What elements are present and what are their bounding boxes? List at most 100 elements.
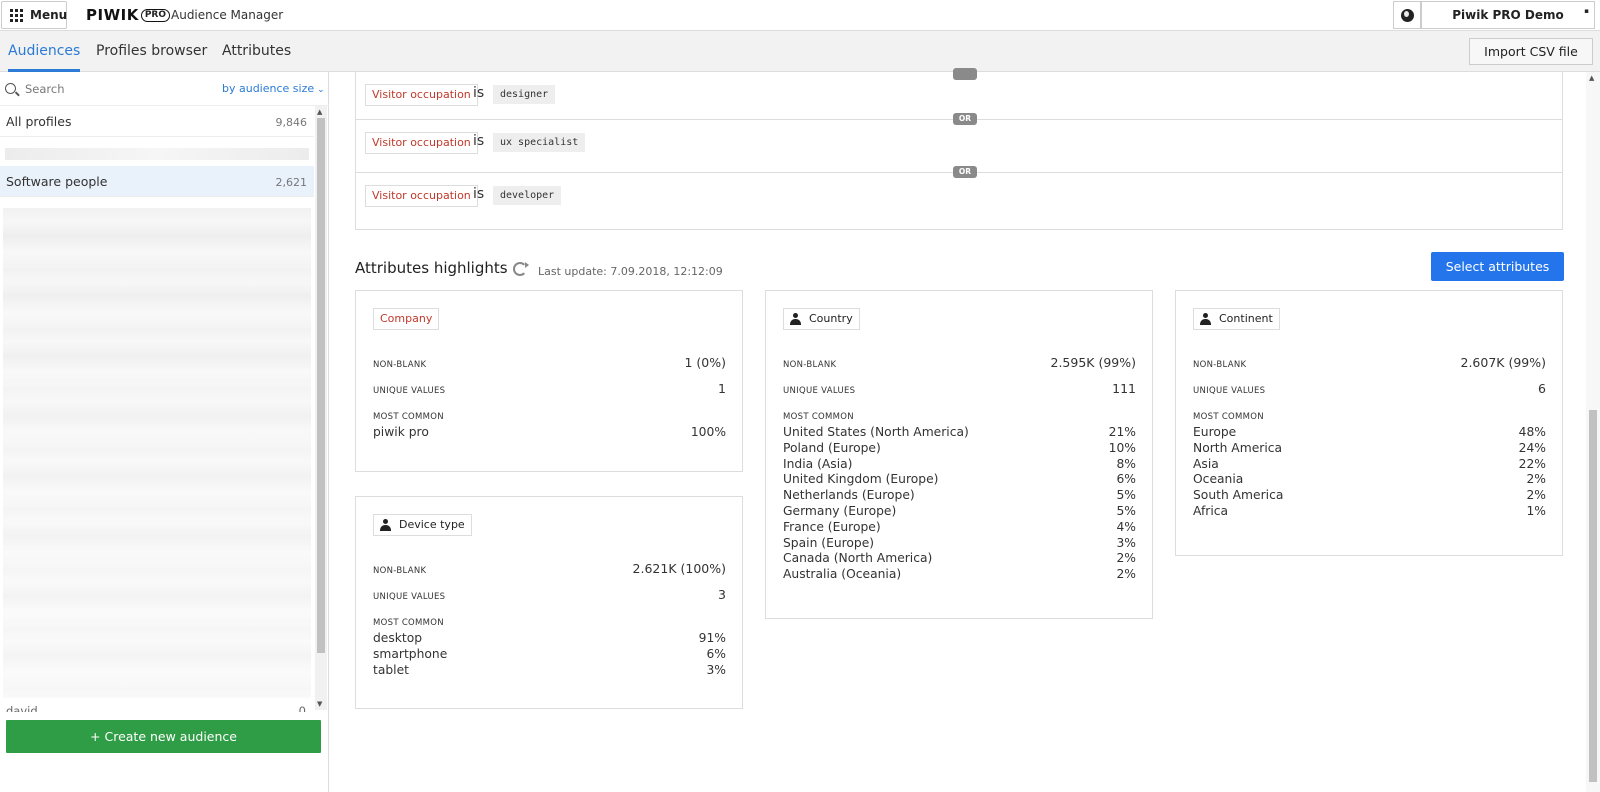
- menu-label: Menu: [30, 8, 68, 22]
- value-name: Australia (Oceania): [783, 567, 902, 582]
- import-csv-button[interactable]: Import CSV file: [1469, 38, 1593, 65]
- tab-attributes[interactable]: Attributes: [222, 31, 291, 72]
- scroll-up-icon[interactable]: ▲: [317, 108, 322, 116]
- most-common-list: desktop 91% smartphone 6% tablet 3%: [373, 631, 726, 678]
- value-share: 8%: [1116, 456, 1136, 471]
- most-common-list: Europe 48% North America 24% Asia 22% Ocean…: [1193, 425, 1546, 520]
- most-common-item: Europe 48%: [1193, 425, 1546, 441]
- select-attributes-button[interactable]: Select attributes: [1431, 252, 1564, 281]
- rule-operator: is: [473, 186, 485, 202]
- most-common-item: Australia (Oceania) 2%: [783, 567, 1136, 583]
- logo-badge: PRO: [140, 8, 171, 22]
- unique-values-label: UNIQUE VALUES: [1193, 386, 1266, 396]
- audience-sidebar: by audience size⌄ All profiles 9,846 Sof…: [0, 72, 329, 792]
- value-share: 3%: [706, 662, 726, 677]
- or-connector: OR: [953, 166, 977, 178]
- audience-name: All profiles: [6, 114, 72, 129]
- create-audience-button[interactable]: + Create new audience: [6, 720, 321, 753]
- audience-count: 2,621: [275, 176, 308, 189]
- website-selector[interactable]: Piwik PRO Demo ▪: [1421, 1, 1595, 29]
- value-share: 6%: [1116, 472, 1136, 487]
- audience-item-partial[interactable]: david 0: [6, 704, 306, 712]
- search-icon: [5, 83, 16, 94]
- non-blank-value: 2.595K (99%): [1050, 355, 1137, 370]
- card-attribute-tag[interactable]: Country: [783, 308, 860, 330]
- value-name: Germany (Europe): [783, 503, 897, 518]
- main-scrollbar[interactable]: ▲: [1586, 72, 1600, 792]
- value-name: Oceania: [1193, 472, 1244, 487]
- most-common-item: United Kingdom (Europe) 6%: [783, 472, 1136, 488]
- most-common-item: Asia 22%: [1193, 457, 1546, 473]
- most-common-item: Oceania 2%: [1193, 472, 1546, 488]
- sidebar-scroll-thumb[interactable]: [317, 118, 325, 653]
- audience-item-all-profiles[interactable]: All profiles 9,846: [0, 106, 314, 137]
- non-blank-value: 1 (0%): [684, 355, 726, 370]
- value-share: 5%: [1116, 488, 1136, 503]
- sort-dropdown[interactable]: by audience size ⌄: [222, 82, 325, 95]
- value-share: 2%: [1116, 567, 1136, 582]
- menu-button[interactable]: Menu: [1, 1, 67, 29]
- rule-attribute[interactable]: Visitor occupation: [365, 132, 478, 154]
- rule-value[interactable]: ux specialist: [493, 133, 586, 152]
- chevron-down-icon: ⌄: [317, 85, 325, 95]
- unique-values-label: UNIQUE VALUES: [783, 386, 856, 396]
- blurred-audience-list: [3, 208, 311, 698]
- scroll-down-icon[interactable]: ▼: [317, 700, 322, 708]
- rule-operator: is: [473, 85, 485, 101]
- non-blank-value: 2.607K (99%): [1460, 355, 1547, 370]
- piwik-pro-logo[interactable]: PIWIK PRO: [86, 6, 171, 24]
- website-name: Piwik PRO Demo: [1452, 8, 1564, 22]
- value-name: India (Asia): [783, 456, 853, 471]
- person-icon: [1200, 313, 1211, 325]
- rule-row: Visitor occupation is developer: [356, 172, 1562, 225]
- value-name: piwik pro: [373, 425, 429, 439]
- search-row: by audience size⌄: [0, 72, 329, 106]
- grid-menu-icon: [10, 8, 23, 22]
- tab-audiences[interactable]: Audiences: [8, 31, 81, 72]
- value-share: 2%: [1526, 488, 1546, 503]
- person-icon: [790, 313, 801, 325]
- card-attribute-tag[interactable]: Device type: [373, 514, 472, 536]
- website-favicon-button[interactable]: [1393, 1, 1421, 29]
- value-name: United States (North America): [783, 425, 969, 439]
- rule-value[interactable]: developer: [493, 186, 562, 205]
- unique-values-value: 1: [718, 381, 726, 396]
- audience-name: Software people: [6, 174, 108, 189]
- rule-attribute[interactable]: Visitor occupation: [365, 185, 478, 207]
- audience-detail: Visitor occupation is designer Visitor o…: [330, 68, 1585, 792]
- most-common-item: smartphone 6%: [373, 647, 726, 663]
- card-attribute-name: Country: [809, 312, 853, 325]
- most-common-item: piwik pro 100%: [373, 425, 726, 441]
- most-common-item: Canada (North America) 2%: [783, 551, 1136, 567]
- card-attribute-tag[interactable]: Continent: [1193, 308, 1280, 330]
- most-common-label: MOST COMMON: [783, 412, 854, 422]
- most-common-item: South America 2%: [1193, 488, 1546, 504]
- most-common-list: United States (North America) 21% Poland …: [783, 425, 1136, 583]
- rule-attribute[interactable]: Visitor occupation: [365, 84, 478, 106]
- refresh-icon[interactable]: [513, 262, 529, 276]
- value-name: tablet: [373, 662, 409, 677]
- sidebar-scrollbar[interactable]: ▲ ▼: [315, 106, 327, 710]
- main-scroll-thumb[interactable]: [1589, 410, 1597, 782]
- audience-item-software-people[interactable]: Software people 2,621: [0, 166, 314, 197]
- value-name: United Kingdom (Europe): [783, 472, 939, 487]
- attribute-card-country: Country NON-BLANK 2.595K (99%) UNIQUE VA…: [765, 290, 1153, 619]
- unique-values-value: 111: [1112, 381, 1136, 396]
- value-name: Canada (North America): [783, 551, 933, 566]
- search-input[interactable]: [25, 80, 205, 98]
- audience-count: 9,846: [275, 116, 308, 129]
- scroll-up-icon[interactable]: ▲: [1589, 74, 1594, 82]
- rule-value[interactable]: designer: [493, 85, 556, 104]
- tab-profiles-browser[interactable]: Profiles browser: [96, 31, 207, 72]
- card-attribute-tag[interactable]: Company: [373, 308, 440, 330]
- card-attribute-name: Device type: [399, 518, 465, 531]
- most-common-item: Africa 1%: [1193, 504, 1546, 520]
- most-common-label: MOST COMMON: [373, 412, 444, 422]
- blurred-audience-item[interactable]: [5, 148, 309, 160]
- value-name: Spain (Europe): [783, 535, 875, 550]
- value-name: Asia: [1193, 456, 1219, 471]
- card-attribute-name: Continent: [1219, 312, 1273, 325]
- non-blank-label: NON-BLANK: [783, 360, 837, 370]
- most-common-item: Spain (Europe) 3%: [783, 536, 1136, 552]
- most-common-label: MOST COMMON: [1193, 412, 1264, 422]
